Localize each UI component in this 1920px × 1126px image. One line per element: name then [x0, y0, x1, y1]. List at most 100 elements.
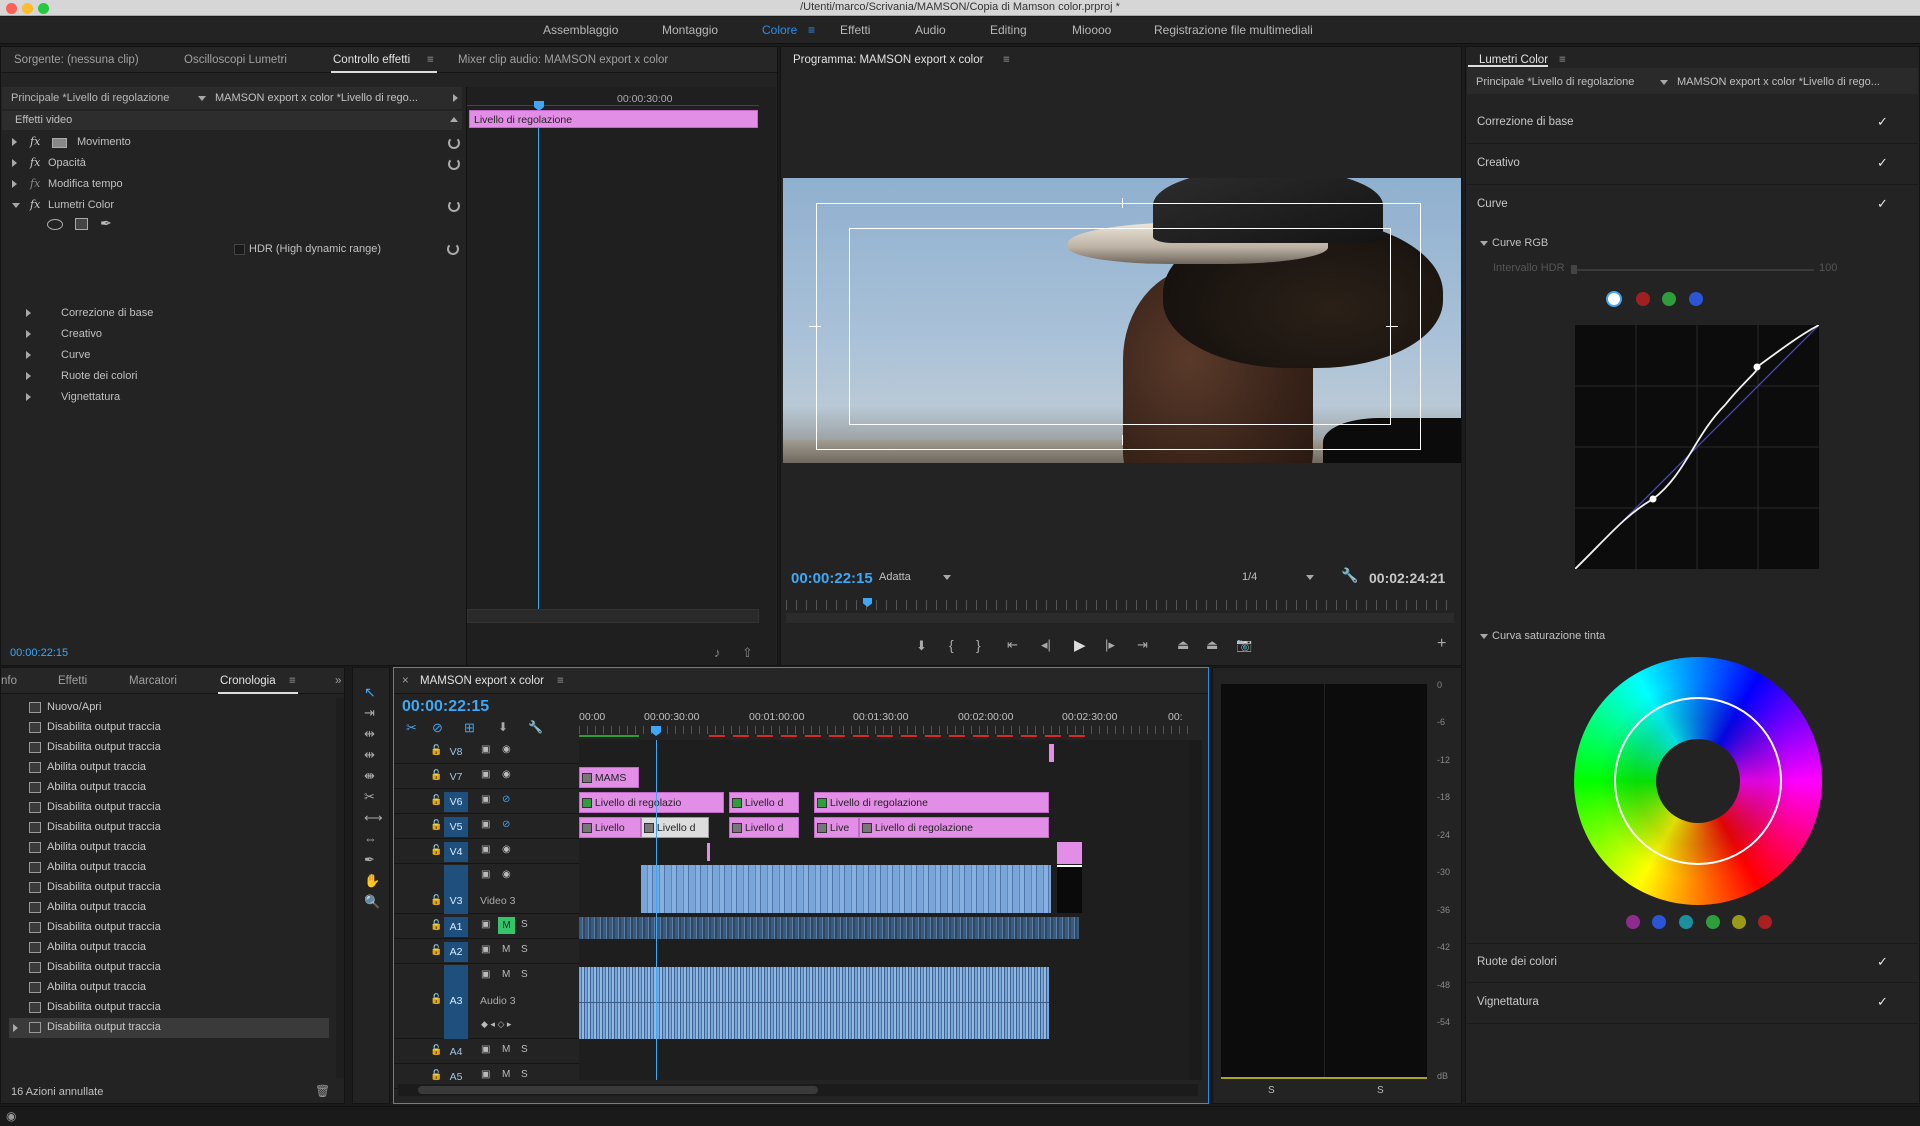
clip-v5-e[interactable]: Livello di regolazione — [859, 817, 1049, 838]
timeline-ruler[interactable]: 00:00 00:00:30:00 00:01:00:00 00:01:30:0… — [579, 708, 1194, 738]
workspace-effetti[interactable]: Effetti — [840, 23, 870, 37]
reset-icon[interactable] — [448, 158, 460, 170]
expand-icon[interactable] — [12, 159, 17, 167]
razor-tool-icon[interactable]: ✂ — [364, 789, 375, 805]
eye-off-icon[interactable]: ⊘ — [502, 819, 510, 830]
lumetri-section-correzione[interactable]: Correzione di base ✓ — [1467, 104, 1918, 144]
lock-icon[interactable]: 🔓 — [430, 920, 442, 931]
history-item[interactable]: Disabilita output traccia — [9, 818, 329, 838]
mute-button[interactable]: M — [502, 944, 510, 955]
channel-white-button[interactable] — [1606, 291, 1622, 307]
marker-icon[interactable]: ⬇ — [498, 720, 508, 734]
show-timeline-arrow-icon[interactable] — [453, 94, 458, 102]
mark-out-icon[interactable]: } — [976, 637, 981, 653]
program-timecode[interactable]: 00:00:22:15 — [791, 570, 873, 587]
workspace-colore[interactable]: Colore — [762, 23, 797, 37]
hdr-checkbox[interactable] — [234, 244, 245, 255]
hdr-range-handle[interactable] — [1571, 265, 1577, 274]
rgb-curve-graph[interactable] — [1575, 325, 1819, 569]
lock-icon[interactable]: 🔓 — [430, 820, 442, 831]
lumetri-section-curve[interactable]: Curve ✓ — [1467, 186, 1918, 226]
swatch-blue[interactable] — [1652, 915, 1666, 929]
adjustment-layer-clip[interactable]: Livello di regolazione — [469, 110, 758, 128]
eye-icon[interactable]: ◉ — [502, 744, 511, 755]
clip-v4-a[interactable] — [707, 843, 710, 861]
status-eye-icon[interactable]: ◉ — [6, 1109, 16, 1123]
tab-history[interactable]: Cronologia — [220, 675, 276, 687]
lock-icon[interactable]: 🔓 — [430, 745, 442, 756]
lift-icon[interactable]: ⏏ — [1177, 637, 1189, 653]
track-label[interactable]: A4 — [444, 1042, 468, 1062]
step-back-icon[interactable]: ◂| — [1041, 637, 1051, 653]
clip-v6-c[interactable]: Livello di regolazione — [814, 792, 1049, 813]
pen-tool-icon[interactable]: ✒ — [364, 852, 375, 868]
fx-icon[interactable]: fx — [30, 177, 40, 190]
add-button-icon[interactable]: + — [1437, 635, 1446, 653]
track-label[interactable]: V5 — [444, 817, 468, 837]
panel-menu-icon[interactable]: ≡ — [289, 675, 296, 687]
timeline-vertical-scrollbar[interactable] — [1189, 740, 1202, 1080]
wrench-icon[interactable]: 🔧 — [1341, 567, 1358, 584]
history-item[interactable]: Abilita output traccia — [9, 838, 329, 858]
solo-right-button[interactable]: S — [1377, 1085, 1384, 1096]
tab-effects[interactable]: Effetti — [58, 675, 87, 687]
rolling-edit-tool-icon[interactable]: ⇹ — [364, 747, 375, 763]
workspace-mioooo[interactable]: Mioooo — [1072, 23, 1111, 37]
video-frame[interactable] — [783, 178, 1461, 463]
lumetri-section-ruote[interactable]: Ruote dei colori ✓ — [1467, 943, 1918, 983]
history-item[interactable]: Disabilita output traccia — [9, 958, 329, 978]
swatch-green[interactable] — [1706, 915, 1720, 929]
sync-lock-icon[interactable]: ▣ — [481, 919, 490, 930]
track-label[interactable]: V6 — [444, 792, 468, 812]
wrench-icon[interactable]: 🔧 — [528, 720, 543, 734]
mute-button[interactable]: M — [498, 917, 515, 934]
fx-icon[interactable]: fx — [30, 156, 40, 169]
lumetri-section-vignettatura[interactable]: Vignettatura ✓ — [1467, 984, 1918, 1024]
effect-row-opacita[interactable]: fx Opacità — [2, 154, 462, 174]
clip-v3-video[interactable] — [641, 865, 1051, 913]
channel-red-button[interactable] — [1636, 292, 1650, 306]
zoom-tool-icon[interactable]: 🔍 — [364, 894, 380, 910]
chevron-down-icon[interactable] — [1660, 80, 1668, 85]
sync-lock-icon[interactable]: ▣ — [481, 819, 490, 830]
expand-icon[interactable] — [26, 393, 31, 401]
slip-tool-icon[interactable]: ⟷ — [364, 810, 383, 826]
history-scrollbar[interactable] — [336, 698, 344, 1078]
clip-v5-a[interactable]: Livello — [579, 817, 641, 838]
export-icon[interactable]: ⇧ — [742, 645, 753, 661]
filter-icon[interactable]: ♪ — [714, 645, 721, 660]
lock-icon[interactable]: 🔓 — [430, 795, 442, 806]
history-item[interactable]: Disabilita output traccia — [9, 798, 329, 818]
go-to-in-icon[interactable]: ⇤ — [1007, 637, 1018, 653]
workspace-assemblaggio[interactable]: Assemblaggio — [543, 23, 618, 37]
lock-icon[interactable]: 🔓 — [430, 895, 442, 906]
master-clip-label[interactable]: Principale *Livello di regolazione — [1476, 76, 1634, 88]
export-frame-icon[interactable]: 📷 — [1236, 637, 1252, 653]
enable-checkmark-icon[interactable]: ✓ — [1877, 196, 1888, 212]
enable-checkmark-icon[interactable]: ✓ — [1877, 954, 1888, 970]
solo-left-button[interactable]: S — [1268, 1085, 1275, 1096]
eye-off-icon[interactable]: ⊘ — [502, 794, 510, 805]
clip-a3-audio[interactable] — [579, 967, 1049, 1039]
history-item[interactable]: Nuovo/Apri — [9, 698, 329, 718]
tracks-area[interactable]: MAMS Livello di regolazio Livello d Live… — [579, 740, 1189, 1080]
ripple-edit-tool-icon[interactable]: ⇹ — [364, 726, 375, 742]
tab-source[interactable]: Sorgente: (nessuna clip) — [14, 54, 139, 66]
enable-checkmark-icon[interactable]: ✓ — [1877, 114, 1888, 130]
close-tab-icon[interactable]: × — [402, 675, 409, 687]
lock-icon[interactable]: 🔓 — [430, 1045, 442, 1056]
slide-tool-icon[interactable]: ⇔ — [364, 831, 377, 846]
ellipse-mask-icon[interactable] — [47, 219, 63, 230]
timeline-title[interactable]: MAMSON export x color — [420, 675, 544, 687]
clip-v5-c[interactable]: Livello d — [729, 817, 799, 838]
history-item[interactable]: Abilita output traccia — [9, 778, 329, 798]
clip-v4-b[interactable] — [1057, 842, 1082, 864]
lock-icon[interactable]: 🔓 — [430, 845, 442, 856]
history-item[interactable]: Abilita output traccia — [9, 898, 329, 918]
history-item[interactable]: Disabilita output traccia — [9, 718, 329, 738]
add-marker-icon[interactable]: ⊞ — [464, 720, 475, 736]
track-label[interactable]: A3 — [444, 991, 468, 1011]
lumetri-section-creativo[interactable]: Creativo ✓ — [1467, 145, 1918, 185]
track-label[interactable]: V7 — [444, 767, 468, 787]
history-item[interactable]: Disabilita output traccia — [9, 1018, 329, 1038]
